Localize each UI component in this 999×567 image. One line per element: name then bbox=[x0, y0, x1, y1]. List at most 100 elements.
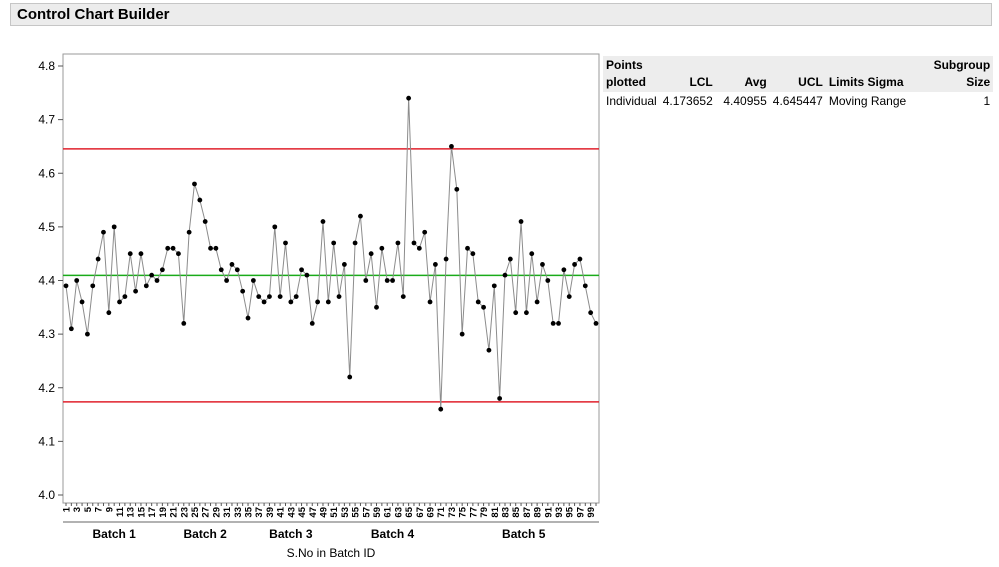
data-point bbox=[283, 240, 288, 246]
x-tick-label: 17 bbox=[147, 507, 158, 518]
data-point bbox=[475, 299, 481, 305]
data-point bbox=[213, 245, 219, 251]
data-point bbox=[491, 283, 497, 289]
data-point bbox=[566, 294, 572, 299]
data-point bbox=[331, 240, 337, 246]
data-point bbox=[95, 256, 101, 262]
x-tick-label: 33 bbox=[233, 507, 244, 518]
data-point bbox=[379, 245, 385, 251]
x-tick-label: 81 bbox=[490, 506, 501, 517]
cell-limits-sigma: Moving Range bbox=[828, 94, 907, 108]
y-tick-label: 4.8 bbox=[38, 59, 55, 73]
col-ucl: UCL bbox=[798, 75, 823, 89]
table-row: Individual 4.173652 4.40955 4.645447 Mov… bbox=[603, 92, 993, 111]
data-point bbox=[79, 299, 85, 305]
x-tick-label: 99 bbox=[586, 507, 597, 518]
y-tick-label: 4.0 bbox=[38, 488, 55, 502]
data-point bbox=[117, 299, 122, 305]
x-tick-label: 93 bbox=[554, 507, 565, 518]
x-tick-label: 51 bbox=[329, 506, 340, 517]
batch-label: Batch 4 bbox=[371, 527, 415, 541]
data-point bbox=[288, 299, 294, 305]
data-point bbox=[63, 283, 69, 289]
data-point bbox=[582, 283, 588, 289]
x-tick-label: 63 bbox=[393, 507, 404, 518]
x-tick-label: 37 bbox=[254, 507, 265, 518]
x-tick-label: 23 bbox=[179, 507, 190, 518]
data-point bbox=[588, 310, 594, 316]
data-point bbox=[245, 315, 251, 321]
y-tick-label: 4.2 bbox=[38, 381, 55, 395]
data-point bbox=[513, 310, 519, 316]
x-tick-label: 47 bbox=[308, 507, 319, 518]
x-tick-label: 13 bbox=[126, 507, 137, 518]
x-tick-label: 73 bbox=[447, 507, 458, 518]
data-point bbox=[106, 310, 112, 316]
col-subgroup-size: Subgroup Size bbox=[933, 58, 991, 89]
data-point bbox=[293, 294, 299, 299]
data-point bbox=[192, 181, 197, 187]
data-point bbox=[432, 262, 438, 267]
data-point bbox=[545, 278, 551, 283]
x-tick-label: 29 bbox=[211, 507, 222, 518]
x-tick-label: 79 bbox=[479, 507, 490, 518]
data-point bbox=[556, 321, 561, 326]
data-point bbox=[422, 229, 428, 235]
data-point bbox=[529, 251, 535, 257]
data-point bbox=[497, 396, 503, 401]
data-point bbox=[218, 267, 224, 273]
x-tick-label: 35 bbox=[244, 506, 255, 517]
data-point bbox=[449, 144, 454, 149]
x-tick-label: 5 bbox=[83, 506, 94, 512]
data-point bbox=[400, 294, 406, 299]
data-point bbox=[470, 251, 476, 257]
x-tick-label: 69 bbox=[426, 507, 437, 518]
data-point bbox=[256, 294, 262, 299]
x-tick-label: 55 bbox=[351, 506, 362, 517]
x-tick-label: 95 bbox=[565, 506, 576, 517]
data-point bbox=[224, 278, 230, 283]
data-point bbox=[454, 186, 460, 192]
data-point bbox=[267, 294, 272, 299]
x-tick-label: 3 bbox=[72, 507, 83, 512]
x-tick-label: 21 bbox=[169, 506, 180, 517]
data-point bbox=[250, 278, 256, 283]
data-point bbox=[374, 304, 379, 310]
data-point bbox=[572, 262, 577, 267]
data-point bbox=[507, 256, 513, 262]
data-point bbox=[133, 288, 138, 294]
data-point bbox=[90, 283, 96, 289]
x-tick-label: 91 bbox=[543, 506, 554, 517]
data-point bbox=[336, 294, 342, 299]
x-tick-label: 9 bbox=[104, 507, 115, 512]
data-point bbox=[299, 267, 304, 273]
data-point bbox=[325, 299, 331, 305]
x-tick-label: 89 bbox=[533, 507, 544, 518]
plot-frame bbox=[62, 53, 600, 504]
data-point bbox=[363, 278, 369, 283]
col-limits-sigma: Limits Sigma bbox=[828, 75, 904, 89]
data-point bbox=[127, 251, 133, 257]
data-point bbox=[416, 245, 422, 251]
cell-avg: 4.40955 bbox=[723, 94, 767, 108]
data-point bbox=[502, 272, 508, 278]
data-point bbox=[561, 267, 567, 273]
x-tick-label: 77 bbox=[468, 507, 479, 518]
data-point bbox=[240, 288, 246, 294]
x-tick-label: 25 bbox=[190, 506, 201, 517]
col-points-plotted: Points plotted bbox=[606, 58, 646, 89]
data-point bbox=[234, 267, 240, 273]
data-point bbox=[122, 294, 128, 299]
x-tick-label: 7 bbox=[94, 507, 105, 512]
col-avg: Avg bbox=[744, 75, 767, 89]
x-tick-label: 87 bbox=[522, 507, 533, 518]
data-point bbox=[486, 347, 492, 353]
cell-subgroup-size: 1 bbox=[983, 94, 991, 108]
x-tick-label: 85 bbox=[511, 506, 522, 517]
data-point bbox=[154, 278, 160, 283]
data-point bbox=[208, 245, 213, 251]
data-point bbox=[143, 283, 149, 289]
data-point bbox=[111, 224, 117, 230]
cell-lcl: 4.173652 bbox=[662, 94, 713, 108]
y-tick-label: 4.3 bbox=[38, 327, 55, 341]
